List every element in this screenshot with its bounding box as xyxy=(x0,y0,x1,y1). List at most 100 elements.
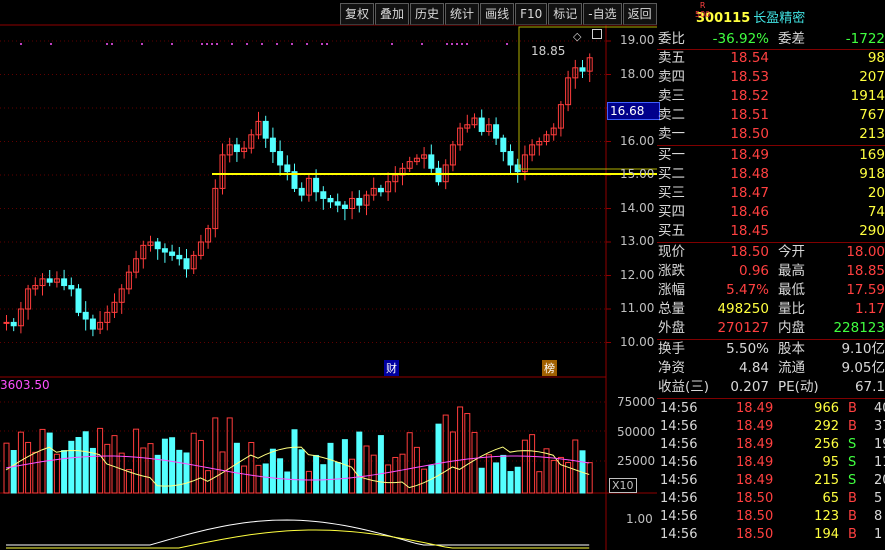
candle[interactable] xyxy=(39,273,46,296)
candle[interactable] xyxy=(226,137,233,163)
financial-marker[interactable]: 财 xyxy=(384,360,399,376)
candle[interactable] xyxy=(154,237,161,260)
candle[interactable] xyxy=(341,201,348,221)
candle[interactable] xyxy=(356,190,363,213)
candle[interactable] xyxy=(449,140,456,172)
candle[interactable] xyxy=(183,249,190,278)
candle[interactable] xyxy=(284,155,291,181)
bid-row: 买三 18.47 20 xyxy=(658,184,885,203)
candle[interactable] xyxy=(334,193,341,213)
candle[interactable] xyxy=(536,137,543,156)
candle[interactable] xyxy=(586,53,593,83)
toolbar-button-统计[interactable]: 统计 xyxy=(445,3,480,25)
candle[interactable] xyxy=(3,314,10,331)
toolbar-button-F10[interactable]: F10 xyxy=(515,3,548,25)
candle[interactable] xyxy=(197,234,204,260)
candle[interactable] xyxy=(133,250,140,279)
candle[interactable] xyxy=(241,141,248,159)
tick-time: 14:56 xyxy=(660,509,698,524)
candle[interactable] xyxy=(291,163,298,192)
volume-bar xyxy=(205,470,212,494)
candle[interactable] xyxy=(457,122,464,151)
candle[interactable] xyxy=(169,244,176,261)
candle[interactable] xyxy=(557,101,564,137)
quote-value: 0.207 xyxy=(730,379,769,395)
candle[interactable] xyxy=(53,271,60,288)
candle[interactable] xyxy=(464,114,471,133)
candle[interactable] xyxy=(262,115,269,148)
candle[interactable] xyxy=(118,284,125,314)
toolbar-button--自选[interactable]: -自选 xyxy=(583,3,622,25)
candle[interactable] xyxy=(478,109,485,136)
candle[interactable] xyxy=(428,144,435,173)
candle[interactable] xyxy=(255,111,262,140)
candle[interactable] xyxy=(212,179,219,238)
toolbar-button-叠加[interactable]: 叠加 xyxy=(375,3,410,25)
candle[interactable] xyxy=(471,113,478,129)
candle[interactable] xyxy=(205,224,212,249)
toolbar-button-返回[interactable]: 返回 xyxy=(622,3,657,25)
candle[interactable] xyxy=(10,318,17,332)
candle[interactable] xyxy=(565,70,572,112)
tick-count: 8 xyxy=(874,509,883,524)
candle[interactable] xyxy=(32,277,39,296)
candle[interactable] xyxy=(89,314,96,337)
candle[interactable] xyxy=(46,269,53,287)
candle[interactable] xyxy=(579,60,586,79)
candle[interactable] xyxy=(147,235,154,252)
candle[interactable] xyxy=(421,147,428,169)
candle[interactable] xyxy=(277,140,284,176)
candle[interactable] xyxy=(550,123,557,141)
candle[interactable] xyxy=(269,127,276,164)
toolbar-button-画线[interactable]: 画线 xyxy=(480,3,515,25)
candle[interactable] xyxy=(507,144,514,175)
candle[interactable] xyxy=(406,156,413,172)
candle[interactable] xyxy=(17,301,24,334)
candle[interactable] xyxy=(500,134,507,162)
candle[interactable] xyxy=(370,177,377,201)
volume-bar xyxy=(17,431,24,494)
candle[interactable] xyxy=(493,117,500,145)
candle[interactable] xyxy=(68,277,75,297)
candle[interactable] xyxy=(190,250,197,275)
candle[interactable] xyxy=(298,182,305,202)
candle[interactable] xyxy=(125,265,132,295)
candle[interactable] xyxy=(75,284,82,317)
diamond-icon[interactable]: ◇ xyxy=(573,30,581,43)
candle[interactable] xyxy=(233,137,240,162)
tick-time: 14:56 xyxy=(660,401,698,416)
kline-chart[interactable] xyxy=(0,0,657,550)
candle[interactable] xyxy=(385,172,392,201)
candle[interactable] xyxy=(111,293,118,319)
candle[interactable] xyxy=(305,173,312,202)
quote-value-2: 18.85 xyxy=(846,263,885,279)
candle[interactable] xyxy=(529,139,536,162)
window-icon[interactable] xyxy=(592,29,602,39)
candle[interactable] xyxy=(485,118,492,136)
candle[interactable] xyxy=(327,195,334,209)
candle[interactable] xyxy=(521,145,528,181)
candle[interactable] xyxy=(97,311,104,335)
candle[interactable] xyxy=(377,184,384,197)
candle[interactable] xyxy=(392,166,399,193)
toolbar-button-历史[interactable]: 历史 xyxy=(410,3,445,25)
candle[interactable] xyxy=(176,247,183,266)
candle[interactable] xyxy=(61,269,68,291)
candle[interactable] xyxy=(248,129,255,154)
candle[interactable] xyxy=(82,301,89,331)
candle[interactable] xyxy=(413,154,420,166)
candle[interactable] xyxy=(25,284,32,320)
candle[interactable] xyxy=(161,243,168,263)
candle[interactable] xyxy=(140,240,147,269)
ranking-marker[interactable]: 榜 xyxy=(542,360,557,376)
candle[interactable] xyxy=(219,143,226,195)
toolbar-button-复权[interactable]: 复权 xyxy=(340,3,375,25)
candle[interactable] xyxy=(572,59,579,89)
toolbar-button-标记[interactable]: 标记 xyxy=(548,3,583,25)
volume-bar xyxy=(89,447,96,494)
candle[interactable] xyxy=(320,186,327,210)
candle[interactable] xyxy=(543,130,550,146)
candle[interactable] xyxy=(104,305,111,331)
candle[interactable] xyxy=(349,191,356,220)
candle[interactable] xyxy=(363,190,370,216)
